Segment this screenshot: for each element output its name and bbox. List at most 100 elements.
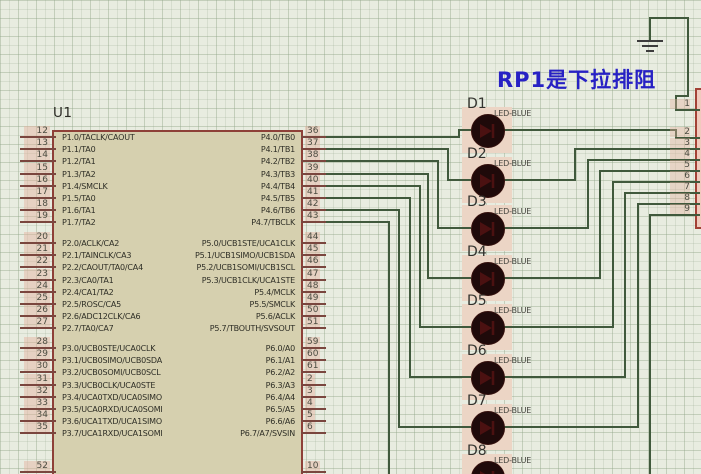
pin-name-left: P3.2/UCB0SOMI/UCB0SCL <box>62 368 161 377</box>
pin-name-left: P2.5/ROSC/CA5 <box>62 300 121 309</box>
pin-number-right: 36 <box>305 126 320 136</box>
rp1-pin-number: 8 <box>670 193 690 203</box>
pin-name-right: P6.1/A1 <box>266 356 295 365</box>
pin-number-right: 39 <box>305 163 320 173</box>
pin-name-left: P3.7/UCA1RXD/UCA1SOMI <box>62 429 163 438</box>
annotation-text[interactable]: RP1是下拉排阻 <box>497 64 656 94</box>
component-ref-label[interactable]: D5 <box>467 294 487 309</box>
pin-name-left: P1.6/TA1 <box>62 206 95 215</box>
pin-number-left: 28 <box>24 337 50 347</box>
pin-name-left: P1.4/SMCLK <box>62 182 108 191</box>
pin-name-right: P6.4/A4 <box>266 393 295 402</box>
pin-name-left: P3.3/UCB0CLK/UCA0STE <box>62 381 155 390</box>
pin-name-left: P2.4/CA1/TA2 <box>62 288 114 297</box>
pin-name-right: P5.2/UCB1SOMI/UCB1SCL <box>196 263 295 272</box>
pin-number-right: 51 <box>305 317 320 327</box>
pin-number-left: 19 <box>24 211 50 221</box>
pin-number-right: 42 <box>305 199 320 209</box>
led-symbol[interactable] <box>471 311 505 345</box>
pin-number-right: 41 <box>305 187 320 197</box>
led-diode-glyph <box>472 312 504 344</box>
wire-anode[interactable] <box>326 149 471 180</box>
pin-name-left: P2.0/ACLK/CA2 <box>62 239 119 248</box>
pin-name-left: P2.7/TA0/CA7 <box>62 324 114 333</box>
pin-name-right: P4.1/TB1 <box>261 145 295 154</box>
pin-name-right: P5.3/UCB1CLK/UCA1STE <box>202 276 295 285</box>
pin-number-right: 49 <box>305 293 320 303</box>
wire-ground[interactable] <box>650 18 700 110</box>
pin-number-right: 59 <box>305 337 320 347</box>
wire-anode[interactable] <box>326 130 471 137</box>
pin-number-right: 48 <box>305 281 320 291</box>
pin-number-right: 10 <box>305 461 320 471</box>
pin-number-right: 2 <box>305 374 315 384</box>
component-part-label: LED-BLUE <box>494 207 531 216</box>
pin-name-left: P1.1/TA0 <box>62 145 95 154</box>
pin-number-left: 17 <box>24 187 50 197</box>
wire-cathode[interactable] <box>503 204 700 427</box>
pin-number-left: 22 <box>24 256 50 266</box>
component-ref-label[interactable]: D2 <box>467 147 487 162</box>
led-symbol[interactable] <box>471 262 505 296</box>
component-ref-label[interactable]: D1 <box>467 97 487 112</box>
component-ref-label[interactable]: D6 <box>467 344 487 359</box>
pin-name-right: P4.7/TBCLK <box>251 218 295 227</box>
led-diode-glyph <box>472 263 504 295</box>
pin-name-right: P5.0/UCB1STE/UCA1CLK <box>202 239 295 248</box>
component-part-label: LED-BLUE <box>494 257 531 266</box>
component-ref-label[interactable]: D4 <box>467 245 487 260</box>
component-ref-label[interactable]: D3 <box>467 195 487 210</box>
pin-number-left: 52 <box>24 461 50 471</box>
pin-name-right: P6.7/A7/SVSIN <box>240 429 295 438</box>
led-diode-glyph <box>472 165 504 197</box>
pin-number-right: 46 <box>305 256 320 266</box>
led-symbol[interactable] <box>471 164 505 198</box>
pin-name-right: P4.2/TB2 <box>261 157 295 166</box>
led-symbol[interactable] <box>471 361 505 395</box>
component-part-label: LED-BLUE <box>494 406 531 415</box>
pin-name-right: P4.6/TB6 <box>261 206 295 215</box>
pin-name-left: P2.6/ADC12CLK/CA6 <box>62 312 140 321</box>
pin-name-right: P5.6/ACLK <box>256 312 295 321</box>
pin-number-right: 6 <box>305 422 315 432</box>
rp1-pin-number: 6 <box>670 171 690 181</box>
pin-number-left: 30 <box>24 361 50 371</box>
pin-name-right: P5.4/MCLK <box>254 288 295 297</box>
wire-anode[interactable] <box>326 210 471 427</box>
component-ref-label[interactable]: D7 <box>467 394 487 409</box>
wire-cathode[interactable] <box>503 193 700 377</box>
pin-name-left: P1.3/TA2 <box>62 170 95 179</box>
component-ref-label[interactable]: D8 <box>467 444 487 459</box>
pin-number-right: 5 <box>305 410 315 420</box>
component-ref-u1[interactable]: U1 <box>53 105 72 121</box>
pin-number-right: 44 <box>305 232 320 242</box>
pin-name-left: P1.0/TACLK/CAOUT <box>62 133 135 142</box>
pin-number-left: 27 <box>24 317 50 327</box>
led-diode-glyph <box>472 362 504 394</box>
led-symbol[interactable] <box>471 411 505 445</box>
led-symbol[interactable] <box>471 114 505 148</box>
component-part-label: LED-BLUE <box>494 306 531 315</box>
rp1-pin-number: 3 <box>670 138 690 148</box>
pin-number-right: 38 <box>305 150 320 160</box>
pin-number-right: 61 <box>305 361 320 371</box>
pin-number-left: 14 <box>24 150 50 160</box>
led-symbol[interactable] <box>471 212 505 246</box>
pin-name-right: P5.7/TBOUTH/SVSOUT <box>210 324 295 333</box>
pin-number-left: 24 <box>24 281 50 291</box>
pin-name-right: P4.0/TB0 <box>261 133 295 142</box>
pin-number-left: 31 <box>24 374 50 384</box>
wire-cathode[interactable] <box>503 215 700 474</box>
pin-number-right: 40 <box>305 175 320 185</box>
pin-number-left: 18 <box>24 199 50 209</box>
pin-number-left: 20 <box>24 232 50 242</box>
pin-name-right: P5.5/SMCLK <box>249 300 295 309</box>
pin-name-left: P3.6/UCA1TXD/UCA1SIMO <box>62 417 162 426</box>
pin-name-left: P3.0/UCB0STE/UCA0CLK <box>62 344 155 353</box>
pin-number-right: 47 <box>305 269 320 279</box>
pin-number-left: 12 <box>24 126 50 136</box>
pin-number-left: 33 <box>24 398 50 408</box>
pin-name-left: P1.7/TA2 <box>62 218 95 227</box>
rp1-pin-number: 7 <box>670 182 690 192</box>
pin-number-left: 25 <box>24 293 50 303</box>
